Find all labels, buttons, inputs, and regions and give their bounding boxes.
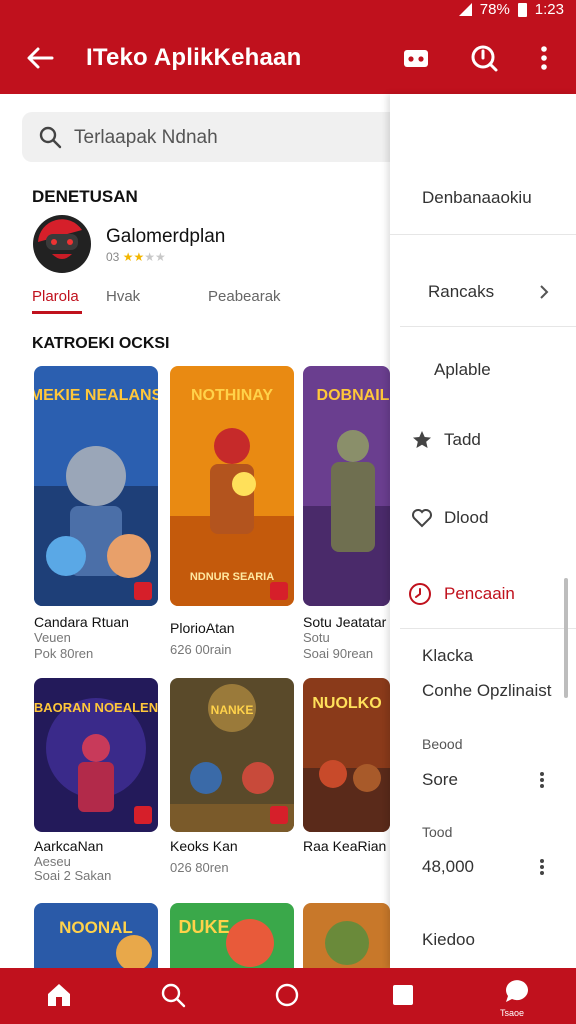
search-icon (39, 126, 62, 149)
battery-text: 78% (479, 1, 510, 18)
active-tab-indicator (32, 311, 82, 314)
square-icon[interactable] (388, 980, 418, 1010)
featured-app-name[interactable]: Galomerdplan (106, 226, 225, 248)
game-card[interactable] (303, 903, 390, 968)
game-art-title: DUKE (178, 917, 229, 937)
drawer-value-sore[interactable]: Sore (422, 770, 458, 790)
game-art-title: NOTHINAY (191, 387, 273, 404)
drawer-divider (400, 628, 576, 629)
more-vert-icon[interactable] (526, 40, 562, 76)
game-art-title: MEKIE NEALANS (34, 387, 158, 404)
search-input[interactable]: Terlaapak Ndnah (74, 127, 218, 149)
game-meta: Pok 80ren (34, 646, 94, 661)
drawer-header: Denbanaaokiu (422, 188, 532, 207)
game-meta: Veuen (34, 630, 71, 645)
game-title[interactable]: Candara Rtuan (34, 614, 164, 630)
status-bar: 78% 1:23 (0, 0, 576, 22)
drawer-item-tadd[interactable]: Tadd (444, 430, 481, 450)
chevron-right-icon[interactable] (536, 284, 552, 300)
star-empty-icon: ★★ (144, 250, 166, 264)
game-thumbnail[interactable]: DUKE (170, 903, 294, 968)
drawer-label-tood: Tood (422, 824, 453, 840)
battery-icon (517, 2, 527, 17)
history-search-icon[interactable] (466, 40, 502, 76)
game-meta: 626 00rain (170, 642, 232, 657)
game-thumbnail[interactable]: NOONAL (34, 903, 158, 968)
drawer-item-rancaks[interactable]: Rancaks (428, 282, 494, 302)
drawer-label-beood: Beood (422, 736, 463, 752)
game-meta: Soai 2 Sakan (34, 868, 112, 883)
game-title[interactable]: PlorioAtan (170, 620, 300, 636)
game-meta: 026 80ren (170, 860, 229, 875)
game-art-title: NUOLKO (312, 695, 381, 712)
drawer-item-aplable[interactable]: Aplable (434, 360, 491, 380)
history-icon (409, 583, 431, 605)
game-title[interactable]: Keoks Kan (170, 838, 300, 854)
game-thumbnail[interactable] (303, 903, 390, 968)
star-icon: ★★ (122, 250, 145, 264)
game-card[interactable]: MEKIE NEALANS Candara Rtuan Veuen Pok 80… (34, 366, 158, 661)
app-bar: ITeko AplikKehaan (0, 22, 576, 94)
tab-peabearak[interactable]: Peabearak (208, 288, 281, 305)
game-card[interactable]: NANKE Keoks Kan 026 80ren (170, 678, 294, 875)
signal-icon (458, 3, 472, 16)
featured-rating: 03 ★★★★ (106, 250, 166, 264)
game-title[interactable]: AarkcaNan (34, 838, 164, 854)
game-card[interactable]: DUKE (170, 903, 294, 968)
chat-icon[interactable] (502, 976, 532, 1006)
side-drawer: Denbanaaokiu Rancaks Aplable Tadd Dlood … (390, 94, 576, 968)
controller-app-icon[interactable] (32, 214, 92, 274)
drawer-item-pencaain[interactable]: Pencaain (444, 584, 515, 604)
game-card[interactable]: BAORAN NOEALEN AarkcaNan Aeseu Soai 2 Sa… (34, 678, 158, 883)
drawer-item-kiedoo[interactable]: Kiedoo (422, 930, 475, 950)
more-vert-icon[interactable] (540, 772, 544, 788)
heart-outline-icon (412, 509, 432, 528)
game-card[interactable]: NOTHINAY NDNUR SEARIA PlorioAtan 626 00r… (170, 366, 294, 657)
nav-label: Tsaoe (500, 1008, 525, 1018)
drawer-divider (400, 326, 576, 327)
tab-hvak[interactable]: Hvak (106, 288, 140, 305)
drawer-item-conhe[interactable]: Conhe Opzlinaist (422, 681, 551, 701)
gamepad-icon[interactable] (398, 40, 434, 76)
status-icons: 78% 1:23 (458, 1, 564, 18)
game-card[interactable]: NUOLKO Raa KeaRian (303, 678, 390, 854)
rating-label: 03 (106, 250, 120, 264)
game-meta: Aeseu (34, 854, 71, 869)
game-card[interactable]: NOONAL (34, 903, 158, 968)
drawer-scrollbar[interactable] (564, 578, 568, 698)
drawer-value-tood[interactable]: 48,000 (422, 857, 474, 877)
more-vert-icon[interactable] (540, 859, 544, 875)
catalog-section-title: KATROEKI OCKSI (32, 335, 170, 352)
tab-plarola[interactable]: Plarola (32, 288, 79, 305)
game-art-title: NANKE (211, 703, 254, 717)
time-text: 1:23 (534, 1, 564, 18)
drawer-item-klacka[interactable]: Klacka (422, 646, 473, 666)
home-icon[interactable] (44, 980, 74, 1010)
drawer-item-dlood[interactable]: Dlood (444, 508, 488, 528)
drawer-divider (390, 234, 576, 235)
game-thumbnail[interactable]: NANKE (170, 678, 294, 832)
game-art-title: NOONAL (59, 918, 133, 937)
game-thumbnail[interactable]: NOTHINAY NDNUR SEARIA (170, 366, 294, 606)
game-thumbnail[interactable]: BAORAN NOEALEN (34, 678, 158, 832)
game-art-title: DOBNAIL (317, 387, 390, 404)
bottom-navigation: Tsaoe (0, 968, 576, 1024)
featured-section-title: DENETUSAN (32, 187, 138, 206)
star-outline-icon (413, 431, 431, 448)
page-title: ITeko AplikKehaan (86, 44, 302, 71)
back-arrow-icon[interactable] (22, 40, 58, 76)
game-thumbnail[interactable]: MEKIE NEALANS (34, 366, 158, 606)
game-art-title: BAORAN NOEALEN (34, 700, 158, 715)
game-thumbnail[interactable]: DOBNAIL (303, 366, 390, 606)
game-card[interactable]: DOBNAIL Sotu Jeatatar Sotu Soai 90rean (303, 366, 390, 661)
game-art-subtitle: NDNUR SEARIA (190, 571, 274, 583)
game-thumbnail[interactable]: NUOLKO (303, 678, 390, 832)
circle-icon[interactable] (272, 980, 302, 1010)
search-icon[interactable] (158, 980, 188, 1010)
